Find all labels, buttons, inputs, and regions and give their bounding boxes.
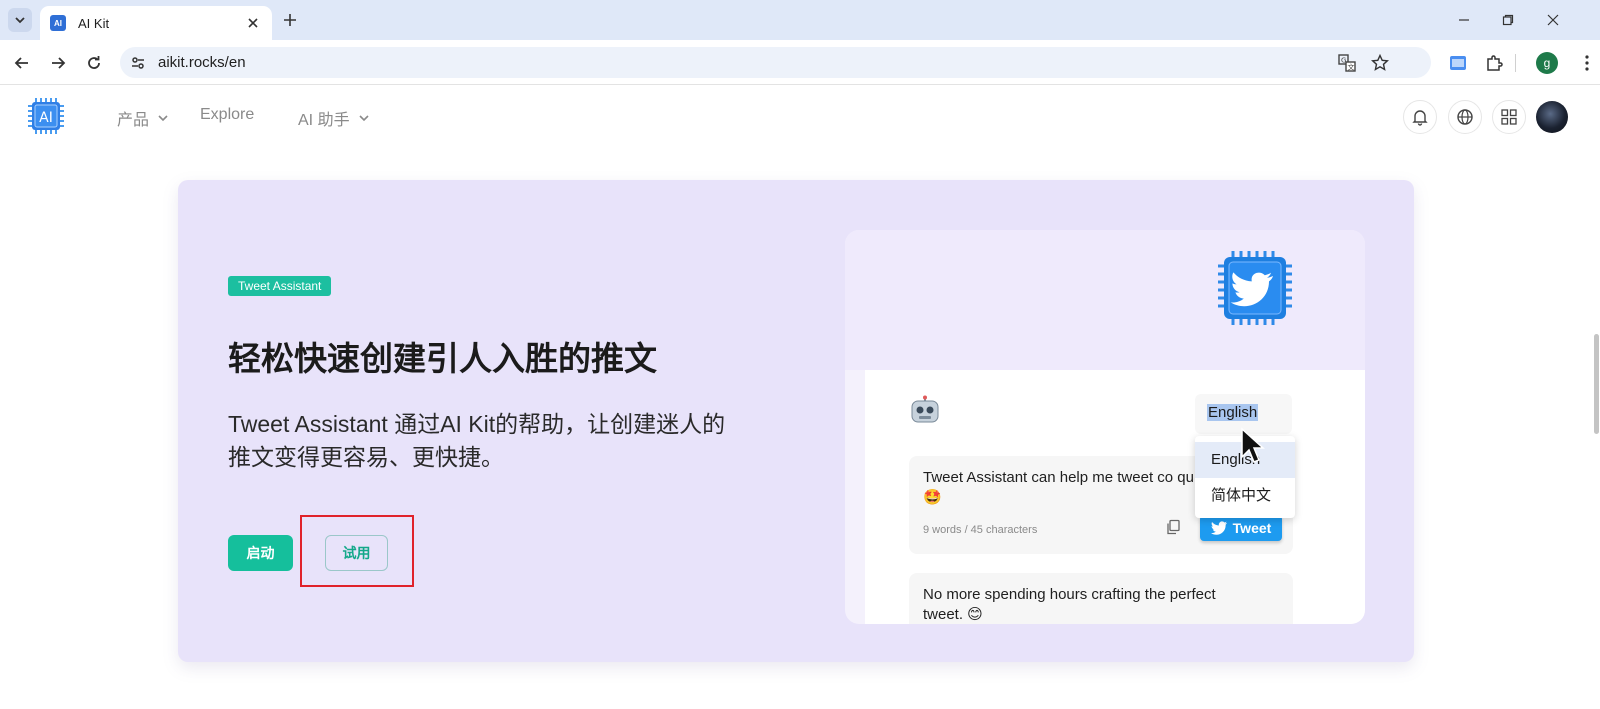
new-tab-button[interactable]: [280, 10, 300, 30]
tweet-list-panel: English English 简体中文 Tweet Assistant can…: [865, 370, 1365, 624]
hero-description: Tweet Assistant 通过AI Kit的帮助，让创建迷人的推文变得更容…: [228, 411, 726, 470]
chevron-down-icon: [158, 115, 168, 122]
hero-card: Tweet Assistant 轻松快速创建引人入胜的推文 Tweet Assi…: [178, 180, 1414, 662]
arrow-cursor-icon: [1241, 427, 1265, 463]
chevron-down-icon: [359, 115, 369, 122]
browser-toolbar: aikit.rocks/en G文 g: [0, 40, 1600, 85]
puzzle-icon: [1487, 55, 1503, 71]
close-icon: [1547, 14, 1559, 26]
profile-avatar[interactable]: g: [1536, 52, 1558, 74]
restore-icon: [1502, 14, 1514, 26]
language-option-chinese[interactable]: 简体中文: [1195, 478, 1295, 514]
extensions-menu-button[interactable]: [1482, 51, 1506, 75]
toolbar-divider: [1515, 54, 1516, 72]
globe-icon: [1457, 109, 1473, 125]
close-icon: [248, 18, 258, 28]
launch-button[interactable]: 启动: [228, 535, 293, 571]
minimize-button[interactable]: [1454, 10, 1474, 30]
translate-icon: G文: [1338, 54, 1356, 72]
mouse-cursor-icon: [1240, 427, 1266, 467]
browser-tab[interactable]: AI AI Kit: [40, 6, 272, 40]
svg-text:AI: AI: [39, 110, 53, 126]
copy-button[interactable]: [1165, 519, 1183, 537]
tab-title: AI Kit: [78, 15, 110, 31]
tweet-button[interactable]: Tweet: [1200, 515, 1282, 541]
nav-ai-assistant[interactable]: AI 助手: [298, 106, 370, 130]
tweet-button-label: Tweet: [1232, 520, 1272, 536]
chevron-down-icon: [15, 17, 25, 24]
language-select-value: English: [1207, 404, 1259, 421]
tab-close-button[interactable]: [244, 14, 262, 32]
star-icon: [1371, 54, 1389, 71]
notifications-button[interactable]: [1403, 100, 1437, 134]
browser-menu-button[interactable]: [1575, 51, 1599, 75]
twitter-chip-logo: [1215, 248, 1295, 328]
twitter-bird-icon: [1210, 521, 1227, 535]
copy-icon: [1167, 519, 1180, 535]
tab-search-button[interactable]: [8, 8, 32, 32]
reload-button[interactable]: [82, 51, 106, 75]
minimize-icon: [1459, 19, 1469, 21]
url-text: aikit.rocks/en: [158, 54, 246, 71]
user-avatar[interactable]: [1536, 101, 1568, 133]
product-badge: Tweet Assistant: [228, 276, 332, 296]
translate-button[interactable]: G文: [1336, 52, 1358, 74]
tweet-text: No more spending hours crafting the perf…: [923, 586, 1216, 623]
address-bar[interactable]: aikit.rocks/en G文: [120, 47, 1431, 78]
tune-icon: [132, 57, 144, 69]
preview-header: [845, 230, 1365, 370]
close-window-button[interactable]: [1543, 10, 1563, 30]
bell-icon: [1412, 110, 1428, 126]
ai-chip-logo-icon: AI: [28, 98, 64, 134]
tweet-card: No more spending hours crafting the perf…: [909, 573, 1293, 624]
tweet-stats: 9 words / 45 characters: [923, 524, 1038, 536]
arrow-right-icon: [52, 57, 66, 69]
page-content: AI 产品 Explore AI 助手 Tweet Assistant 轻松快速…: [0, 86, 1600, 709]
site-info-button[interactable]: [127, 52, 149, 74]
preview-panel: English English 简体中文 Tweet Assistant can…: [845, 230, 1365, 624]
nav-ai-assistant-label: AI 助手: [298, 112, 350, 129]
reload-icon: [88, 56, 100, 69]
back-button[interactable]: [10, 51, 34, 75]
robot-icon: [909, 395, 941, 427]
forward-button[interactable]: [46, 51, 70, 75]
nav-explore-label: Explore: [200, 106, 255, 123]
twitter-chip-icon: [1218, 251, 1292, 325]
nav-products-label: 产品: [117, 112, 150, 129]
grid-icon: [1501, 109, 1517, 125]
robot-face-icon: [911, 395, 939, 423]
nav-products[interactable]: 产品: [117, 106, 169, 130]
plus-icon: [284, 14, 296, 26]
ai-kit-favicon-icon: AI: [50, 15, 66, 31]
more-vertical-icon: [1585, 55, 1589, 71]
highlight-annotation: [300, 515, 414, 587]
tab-strip: AI AI Kit: [0, 0, 1600, 40]
hero-title: 轻松快速创建引人入胜的推文: [228, 340, 657, 377]
language-button[interactable]: [1448, 100, 1482, 134]
extension-window-icon: [1450, 56, 1466, 70]
bookmark-button[interactable]: [1369, 52, 1391, 74]
restore-button[interactable]: [1498, 10, 1518, 30]
arrow-left-icon: [14, 57, 28, 69]
extension-button[interactable]: [1446, 51, 1470, 75]
svg-text:文: 文: [1348, 63, 1355, 72]
site-logo[interactable]: AI: [26, 96, 66, 136]
page-scrollbar[interactable]: [1594, 334, 1599, 434]
nav-explore[interactable]: Explore: [200, 106, 254, 124]
apps-button[interactable]: [1492, 100, 1526, 134]
